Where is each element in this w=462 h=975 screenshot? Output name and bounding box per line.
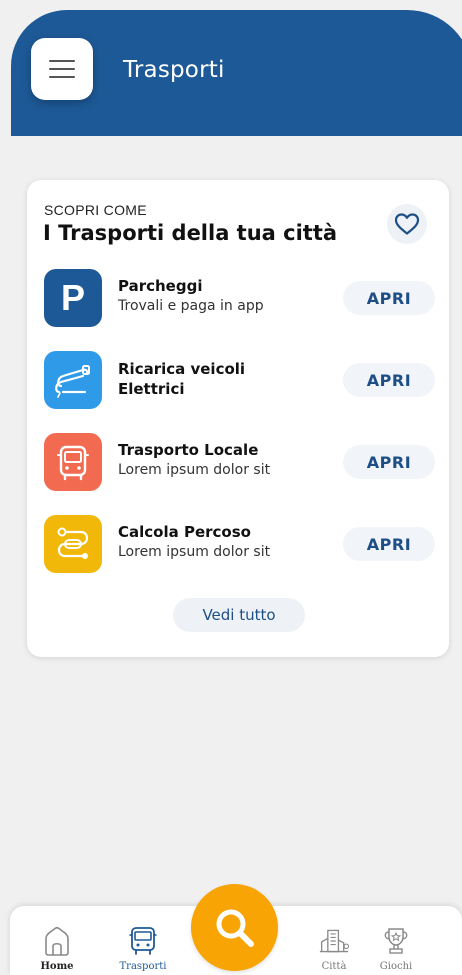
menu-button[interactable]	[31, 38, 93, 100]
hamburger-line	[49, 68, 75, 70]
item-title: Calcola Percoso	[118, 523, 251, 541]
trophy-icon	[381, 926, 411, 956]
nav-label: Città	[321, 961, 347, 972]
parking-icon-letter: P	[60, 277, 85, 318]
open-parcheggi-button[interactable]: APRI	[343, 281, 435, 315]
transport-card: SCOPRI COME I Trasporti della tua città …	[27, 180, 449, 657]
city-icon	[319, 926, 349, 956]
nav-item-citta[interactable]: Città	[299, 906, 369, 975]
search-icon	[216, 909, 254, 947]
hamburger-line	[49, 76, 75, 78]
card-eyebrow: SCOPRI COME	[44, 202, 147, 218]
page-title: Trasporti	[123, 57, 225, 83]
nav-label: Trasporti	[119, 961, 167, 972]
favorite-button[interactable]	[387, 204, 427, 244]
item-subtitle: Lorem ipsum dolor sit	[118, 544, 271, 560]
nav-label: Home	[40, 961, 74, 972]
heart-icon	[394, 213, 420, 235]
nav-item-giochi[interactable]: Giochi	[361, 906, 431, 975]
list-item-trasporto-locale: Trasporto Locale Lorem ipsum dolor sit A…	[44, 433, 436, 491]
card-title: I Trasporti della tua città	[43, 221, 338, 245]
route-icon	[44, 515, 102, 573]
see-all-button[interactable]: Vedi tutto	[173, 598, 305, 632]
list-item-calcola-percoso: Calcola Percoso Lorem ipsum dolor sit AP…	[44, 515, 436, 573]
item-subtitle: Lorem ipsum dolor sit	[118, 462, 271, 478]
home-icon	[42, 926, 72, 956]
open-percorso-button[interactable]: APRI	[343, 527, 435, 561]
item-title: Parcheggi	[118, 277, 203, 295]
item-title: Ricarica veicoli Elettrici	[118, 360, 246, 398]
list-item-ricarica: Ricarica veicoli Elettrici APRI	[44, 351, 436, 409]
open-ricarica-button[interactable]: APRI	[343, 363, 435, 397]
bus-icon	[128, 926, 158, 956]
nav-item-trasporti[interactable]: Trasporti	[108, 906, 178, 975]
nav-label: Giochi	[379, 961, 413, 972]
ev-charging-icon	[44, 351, 102, 409]
nav-item-home[interactable]: Home	[22, 906, 92, 975]
item-subtitle: Trovali e paga in app	[118, 298, 264, 314]
item-title: Trasporto Locale	[118, 441, 259, 459]
open-trasporto-button[interactable]: APRI	[343, 445, 435, 479]
bus-icon	[44, 433, 102, 491]
parking-icon: P	[44, 269, 102, 327]
search-button[interactable]	[191, 884, 278, 971]
hamburger-line	[49, 60, 75, 62]
app-screen: Trasporti SCOPRI COME I Trasporti della …	[0, 0, 462, 975]
list-item-parcheggi: P Parcheggi Trovali e paga in app APRI	[44, 269, 436, 327]
